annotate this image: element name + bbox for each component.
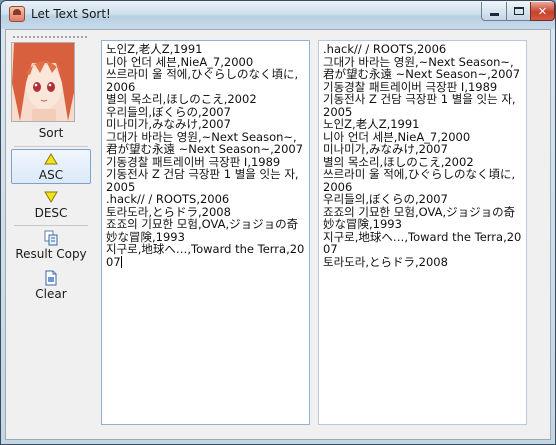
side-toolbar: Sort ASC DESC Result Copy Clear bbox=[6, 30, 94, 439]
maximize-icon bbox=[513, 7, 524, 15]
client-area: Sort ASC DESC Result Copy Clear 노인Z,老人Z,… bbox=[5, 29, 551, 440]
desc-button[interactable]: DESC bbox=[11, 188, 91, 222]
window-title: Let Text Sort! bbox=[31, 7, 111, 21]
clear-label: Clear bbox=[35, 287, 67, 301]
copy-icon bbox=[40, 229, 62, 247]
clear-button[interactable]: Clear bbox=[11, 269, 91, 305]
title-bar[interactable]: Let Text Sort! ✕ bbox=[1, 1, 555, 29]
toolbar-separator bbox=[14, 146, 88, 147]
app-icon[interactable] bbox=[9, 6, 25, 22]
down-triangle-icon bbox=[40, 188, 62, 206]
input-text: 노인Z,老人Z,1991 니아 언더 세븐,NieA_7,2000 쓰르라미 울… bbox=[106, 42, 305, 269]
result-copy-button[interactable]: Result Copy bbox=[11, 229, 91, 264]
asc-button[interactable]: ASC bbox=[11, 149, 91, 184]
input-textarea[interactable]: 노인Z,老人Z,1991 니아 언더 세븐,NieA_7,2000 쓰르라미 울… bbox=[101, 40, 310, 425]
close-button[interactable]: ✕ bbox=[530, 2, 555, 21]
toolbar-grip[interactable] bbox=[12, 35, 88, 39]
app-window: Let Text Sort! ✕ Sort ASC DESC Result Co… bbox=[0, 0, 556, 445]
text-caret bbox=[120, 255, 122, 268]
result-text: .hack// / ROOTS,2006 그대가 바라는 영원,~Next Se… bbox=[323, 42, 522, 269]
clear-icon bbox=[40, 269, 62, 287]
maximize-button[interactable] bbox=[506, 2, 531, 21]
result-copy-label: Result Copy bbox=[15, 247, 87, 261]
desc-label: DESC bbox=[34, 206, 68, 220]
sort-label: Sort bbox=[38, 126, 64, 140]
avatar-art-icon bbox=[12, 43, 74, 121]
sort-button[interactable]: Sort bbox=[11, 122, 91, 144]
toolbar-separator bbox=[14, 225, 88, 226]
minimize-icon bbox=[489, 13, 499, 16]
minimize-button[interactable] bbox=[481, 2, 507, 21]
close-icon: ✕ bbox=[537, 4, 548, 18]
asc-label: ASC bbox=[38, 168, 64, 182]
anime-girl-avatar bbox=[11, 42, 75, 122]
result-textarea[interactable]: .hack// / ROOTS,2006 그대가 바라는 영원,~Next Se… bbox=[318, 40, 527, 425]
up-triangle-icon bbox=[40, 150, 62, 168]
